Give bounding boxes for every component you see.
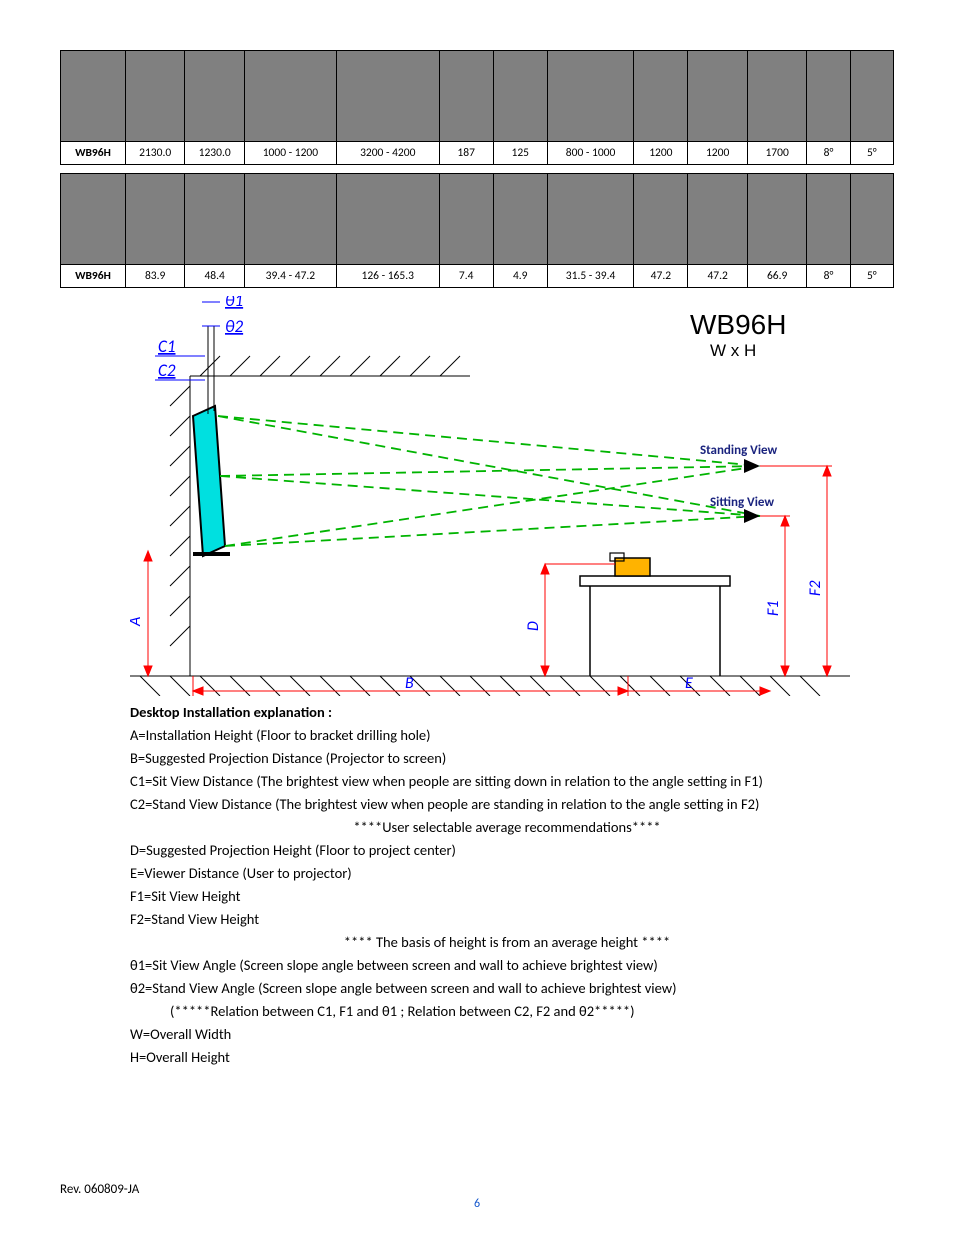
line-c1: C1=Sit View Distance (The brightest view… bbox=[130, 771, 884, 792]
explanation-block: Desktop Installation explanation : A=Ins… bbox=[60, 702, 894, 1068]
t1c2: 1000 - 1200 bbox=[244, 142, 336, 165]
t2c4: 7.4 bbox=[439, 265, 493, 288]
t2c10: 8° bbox=[807, 265, 850, 288]
t2c0: 83.9 bbox=[125, 265, 185, 288]
diagram-title: WB96H bbox=[690, 309, 786, 340]
page-number: 6 bbox=[0, 1197, 954, 1211]
t1c0: 2130.0 bbox=[125, 142, 185, 165]
line-t2: θ2=Stand View Angle (Screen slope angle … bbox=[130, 978, 884, 999]
sitting-view-label: Sitting View bbox=[710, 495, 774, 510]
table-gap bbox=[61, 165, 894, 174]
f2-label: F2 bbox=[806, 581, 825, 596]
t2c2: 39.4 - 47.2 bbox=[244, 265, 336, 288]
c2-label: C2 bbox=[158, 360, 176, 381]
line-h: H=Overall Height bbox=[130, 1047, 884, 1068]
table1-header-row bbox=[61, 51, 894, 142]
t1c3: 3200 - 4200 bbox=[336, 142, 439, 165]
line-rec2: **** The basis of height is from an aver… bbox=[130, 932, 884, 953]
a-label: A bbox=[130, 617, 145, 627]
theta2-label: θ2 bbox=[225, 316, 243, 337]
t2c3: 126 - 165.3 bbox=[336, 265, 439, 288]
table1-data-row: WB96H 2130.0 1230.0 1000 - 1200 3200 - 4… bbox=[61, 142, 894, 165]
line-c2: C2=Stand View Distance (The brightest vi… bbox=[130, 794, 884, 815]
spec-tables: WB96H 2130.0 1230.0 1000 - 1200 3200 - 4… bbox=[60, 50, 894, 288]
t2c6: 31.5 - 39.4 bbox=[547, 265, 634, 288]
line-w: W=Overall Width bbox=[130, 1024, 884, 1045]
t2c5: 4.9 bbox=[493, 265, 547, 288]
line-f1: F1=Sit View Height bbox=[130, 886, 884, 907]
line-a: A=Installation Height (Floor to bracket … bbox=[130, 725, 884, 746]
f1-label: F1 bbox=[764, 601, 783, 616]
t1c1: 1230.0 bbox=[185, 142, 245, 165]
line-d: D=Suggested Projection Height (Floor to … bbox=[130, 840, 884, 861]
line-f2: F2=Stand View Height bbox=[130, 909, 884, 930]
t2c7: 47.2 bbox=[634, 265, 688, 288]
d-label: D bbox=[524, 621, 543, 631]
line-e: E=Viewer Distance (User to projector) bbox=[130, 863, 884, 884]
t1c6: 800 - 1000 bbox=[547, 142, 634, 165]
line-rec1: ****User selectable average recommendati… bbox=[130, 817, 884, 838]
page-root: WB96H 2130.0 1230.0 1000 - 1200 3200 - 4… bbox=[0, 0, 954, 1235]
line-b: B=Suggested Projection Distance (Project… bbox=[130, 748, 884, 769]
table2-header-row bbox=[61, 174, 894, 265]
t1c11: 5° bbox=[850, 142, 893, 165]
diagram-subtitle: W x H bbox=[710, 341, 756, 360]
e-label: E bbox=[685, 674, 693, 693]
t1c9: 1700 bbox=[747, 142, 807, 165]
t2c1: 48.4 bbox=[185, 265, 245, 288]
explanation-header: Desktop Installation explanation : bbox=[130, 702, 884, 723]
table2-label: WB96H bbox=[61, 265, 126, 288]
theta1-label: θ1 bbox=[225, 296, 243, 311]
t1c4: 187 bbox=[439, 142, 493, 165]
t1c8: 1200 bbox=[688, 142, 748, 165]
t2c9: 66.9 bbox=[747, 265, 807, 288]
t1c10: 8° bbox=[807, 142, 850, 165]
table2-data-row: WB96H 83.9 48.4 39.4 - 47.2 126 - 165.3 … bbox=[61, 265, 894, 288]
table1-label: WB96H bbox=[61, 142, 126, 165]
b-label: B bbox=[405, 674, 414, 693]
t2c11: 5° bbox=[850, 265, 893, 288]
line-t1: θ1=Sit View Angle (Screen slope angle be… bbox=[130, 955, 884, 976]
t1c7: 1200 bbox=[634, 142, 688, 165]
t1c5: 125 bbox=[493, 142, 547, 165]
revision-footer: Rev. 060809-JA bbox=[60, 1182, 139, 1197]
t2c8: 47.2 bbox=[688, 265, 748, 288]
line-rel: (*****Relation between C1, F1 and θ1 ; R… bbox=[170, 1001, 884, 1022]
standing-view-label: Standing View bbox=[700, 443, 778, 458]
installation-diagram: θ1 θ2 C1 C2 Standing View Sitting View bbox=[130, 296, 850, 696]
c1-label: C1 bbox=[158, 336, 176, 357]
